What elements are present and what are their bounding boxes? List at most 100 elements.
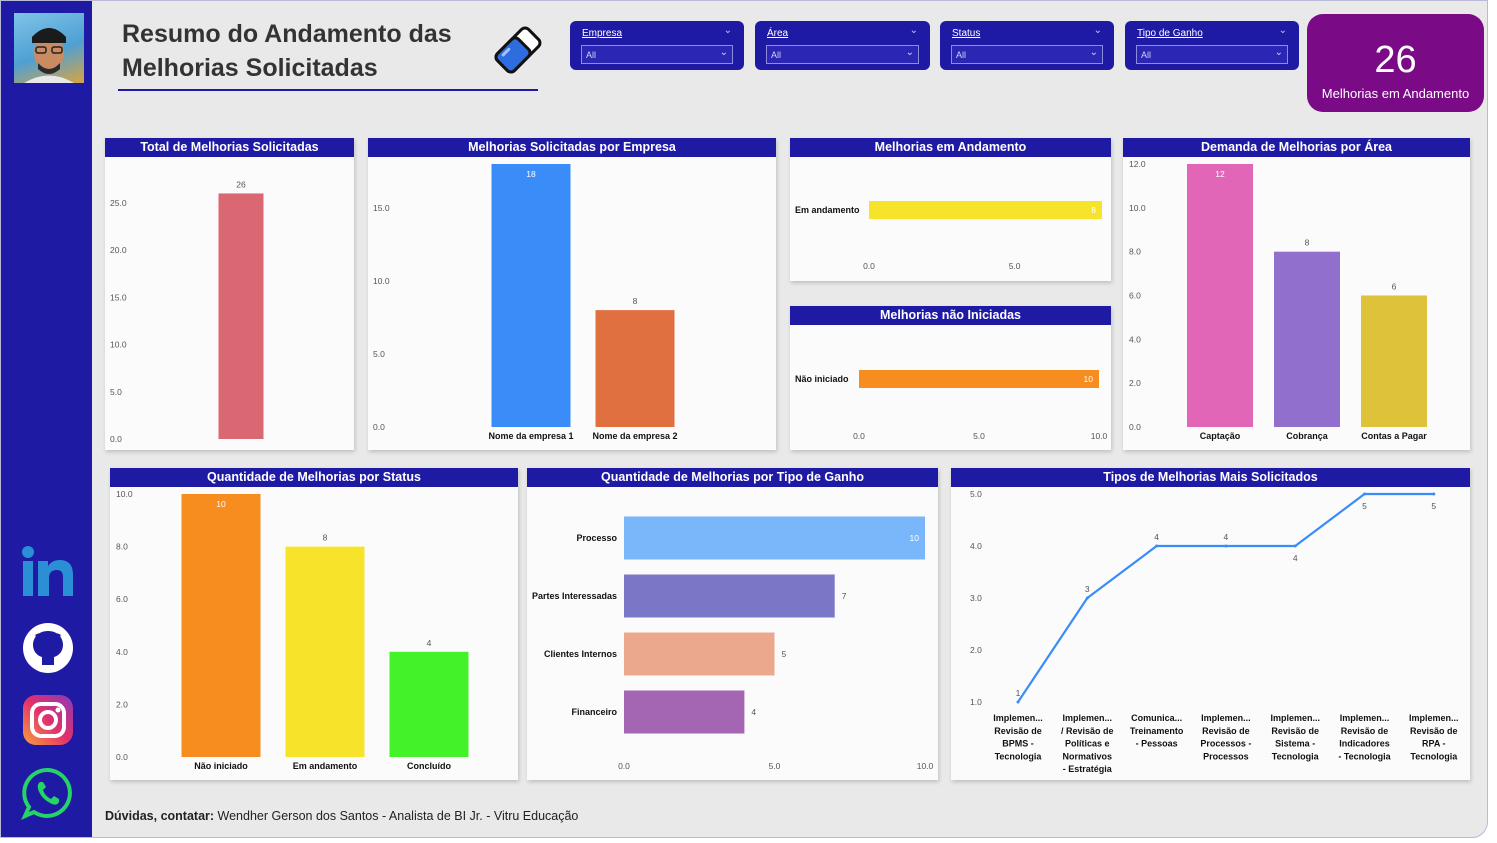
y-tick-label: 0.0 — [110, 434, 122, 444]
category-label: Não iniciado — [194, 761, 248, 771]
data-label: 4 — [1224, 532, 1229, 542]
category-label: Implemen... / Revisão de Políticas e Normat… — [1061, 713, 1114, 774]
series-line — [1017, 492, 1434, 703]
page-title: Resumo do Andamento das Melhorias Solici… — [122, 17, 482, 85]
data-point — [1085, 596, 1089, 600]
category-label: Implemen... Revisão de BPMS - Tecnologia — [993, 713, 1043, 761]
chevron-down-icon[interactable]: ⌄ — [1094, 25, 1102, 36]
category-label-line: Treinamento — [1130, 726, 1184, 736]
footer-prefix: Dúvidas, contatar: — [105, 809, 215, 823]
x-tick-label: 0.0 — [853, 431, 865, 441]
data-label: 4 — [751, 707, 756, 717]
bar — [859, 370, 1099, 388]
data-label: 4 — [1293, 553, 1298, 563]
dashboard-frame: Resumo do Andamento das Melhorias Solici… — [0, 0, 1488, 838]
avatar — [14, 13, 84, 83]
y-tick-label: 4.0 — [116, 647, 128, 657]
category-label: Processo — [576, 533, 617, 543]
category-label-line: Implemen... — [1270, 713, 1320, 723]
whatsapp-icon[interactable] — [21, 766, 75, 820]
chevron-down-icon: ⌄ — [905, 47, 914, 58]
filter-label: Área — [767, 28, 789, 39]
data-label: 10 — [910, 533, 920, 543]
data-label: 4 — [427, 638, 432, 648]
instagram-icon[interactable] — [21, 693, 75, 747]
chevron-down-icon[interactable]: ⌄ — [910, 25, 918, 36]
category-label: Clientes Internos — [544, 649, 617, 659]
y-tick-label: 6.0 — [1129, 291, 1141, 301]
github-icon[interactable] — [21, 621, 75, 675]
data-label: 10 — [1084, 374, 1094, 384]
y-tick-label: 5.0 — [373, 349, 385, 359]
y-tick-label: 8.0 — [1129, 247, 1141, 257]
category-label-line: Tecnologia — [995, 751, 1043, 761]
x-tick-label: 10.0 — [1091, 431, 1108, 441]
data-label: 8 — [633, 296, 638, 306]
bar — [218, 193, 264, 439]
y-tick-label: 4.0 — [970, 541, 982, 551]
linkedin-icon[interactable] — [21, 545, 75, 599]
y-tick-label: 2.0 — [116, 699, 128, 709]
bar — [389, 651, 469, 757]
chart-empresa: 0.0 5.0 10.0 15.0 18 Nome da empresa 1 8 Nome d… — [373, 164, 678, 441]
chevron-down-icon[interactable]: ⌄ — [724, 25, 732, 36]
category-label: Concluído — [407, 761, 451, 771]
category-label: Em andamento — [795, 205, 860, 215]
chart-ganho: 0.0 5.0 10.0 Processo 10 Partes Interessadas 7… — [532, 516, 934, 771]
category-label-line: Políticas e — [1065, 739, 1110, 749]
filter-label: Status — [952, 28, 981, 39]
x-tick-label: 5.0 — [973, 431, 985, 441]
chart-andamento: 0.0 5.0 Em andamento 8 — [795, 201, 1102, 271]
category-label-line: Normativos — [1063, 751, 1113, 761]
filter-dropdown[interactable]: All ⌄ — [951, 45, 1103, 64]
category-label: Financeiro — [571, 707, 617, 717]
chart-andamento-card: Melhorias em Andamento 0.0 5.0 Em andament… — [790, 138, 1111, 281]
bar — [1187, 164, 1253, 427]
data-label: 6 — [1392, 282, 1397, 292]
chevron-down-icon[interactable]: ⌄ — [1279, 25, 1287, 36]
filter-dropdown[interactable]: All ⌄ — [766, 45, 919, 64]
chart-nao-iniciadas: 0.0 5.0 10.0 Não iniciado 10 — [795, 370, 1108, 441]
category-label-line: Indicadores — [1339, 739, 1390, 749]
y-tick-label: 8.0 — [116, 542, 128, 552]
x-tick-label: 5.0 — [769, 761, 781, 771]
category-label-line: - Tecnologia — [1338, 751, 1391, 761]
bar — [181, 494, 261, 757]
y-tick-label: 2.0 — [970, 645, 982, 655]
filter-area[interactable]: Área ⌄ All ⌄ — [755, 21, 930, 70]
data-label: 18 — [526, 169, 536, 179]
filter-tipo-de-ganho[interactable]: Tipo de Ganho ⌄ All ⌄ — [1125, 21, 1299, 70]
filter-status[interactable]: Status ⌄ All ⌄ — [940, 21, 1114, 70]
filter-dropdown[interactable]: All ⌄ — [1136, 45, 1288, 64]
category-label-line: - Pessoas — [1136, 739, 1178, 749]
category-label: Cobrança — [1286, 431, 1329, 441]
page-title-line1: Resumo do Andamento das — [122, 20, 452, 48]
y-tick-label: 0.0 — [116, 752, 128, 762]
bar — [624, 516, 925, 560]
chart-tipos: 1.0 2.0 3.0 4.0 5.0 1 Implemen... Revisão de BPM… — [970, 489, 1459, 774]
title-block: Resumo do Andamento das Melhorias Solici… — [118, 15, 542, 91]
category-label: Nome da empresa 1 — [488, 431, 573, 441]
data-label: 4 — [1154, 532, 1159, 542]
chart-ganho-card: Quantidade de Melhorias por Tipo de Ganh… — [527, 468, 938, 780]
bar — [869, 201, 1102, 219]
category-label-line: Implemen... — [1201, 713, 1251, 723]
footer-text: Wendher Gerson dos Santos - Analista de … — [214, 809, 579, 823]
chart-area-card: Demanda de Melhorias por Área 0.0 2.0 4.0 6… — [1123, 138, 1470, 450]
category-label-line: RPA - — [1422, 739, 1446, 749]
data-point — [1016, 700, 1020, 704]
chevron-down-icon: ⌄ — [1089, 47, 1098, 58]
data-label: 7 — [842, 591, 847, 601]
filter-empresa[interactable]: Empresa ⌄ All ⌄ — [570, 21, 744, 70]
filter-dropdown[interactable]: All ⌄ — [581, 45, 733, 64]
category-label-line: Implemen... — [1409, 713, 1459, 723]
x-tick-label: 5.0 — [1009, 261, 1021, 271]
data-label: 10 — [216, 499, 226, 509]
category-label-line: Revisão de — [1202, 726, 1250, 736]
data-label: 1 — [1016, 688, 1021, 698]
filter-label: Tipo de Ganho — [1137, 28, 1203, 39]
category-label-line: / Revisão de — [1061, 726, 1114, 736]
category-label: Implemen... Revisão de Indicadores - Tecnol… — [1338, 713, 1391, 761]
y-tick-label: 10.0 — [110, 340, 127, 350]
category-label: Implemen... Revisão de RPA - Tecnologia — [1409, 713, 1459, 761]
